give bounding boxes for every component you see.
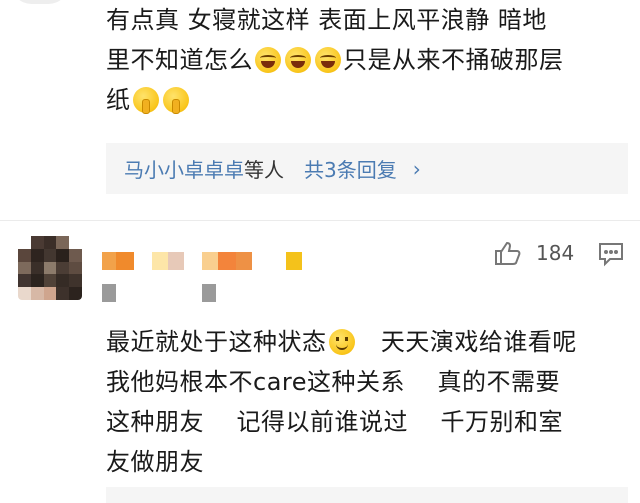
comment-line: 里不知道怎么 只是从来不捅破那层	[106, 40, 630, 80]
comment-line: 这种朋友 记得以前谁说过 千万别和室	[106, 408, 564, 436]
shush-emoji-icon	[132, 87, 159, 114]
comment-text-segment: 最近就处于这种状态	[106, 328, 327, 356]
avatar[interactable]	[18, 236, 82, 300]
comment-line: 纸	[106, 80, 630, 120]
comment-line: 友做朋友	[106, 448, 204, 476]
comment-text-segment: 只是从来不捅破那层	[343, 46, 564, 74]
laugh-cry-emoji-icon	[255, 47, 281, 73]
divider	[0, 220, 640, 221]
shush-emoji-icon	[162, 87, 189, 114]
smile-emoji-icon	[328, 329, 355, 355]
reply-users-link[interactable]: 马小小卓卓卓	[124, 154, 244, 183]
reply-users-suffix: 等人	[244, 158, 284, 182]
like-count: 184	[536, 241, 575, 265]
comment-line: 有点真 女寝就这样 表面上风平浪静 暗地	[106, 6, 547, 34]
comment-bubble-icon[interactable]	[598, 241, 624, 267]
comment-line: 我他妈根本不care这种关系 真的不需要	[106, 368, 561, 396]
reply-count[interactable]: 共3条回复	[304, 154, 397, 183]
thumbs-up-icon	[495, 241, 521, 265]
comment-text-segment: 纸	[106, 86, 131, 114]
laugh-cry-emoji-icon	[315, 47, 341, 73]
comment-line: 最近就处于这种状态 天天演戏给谁看呢	[106, 322, 630, 362]
view-replies-button[interactable]: 马小小卓卓卓 等人 共3条回复 ›	[106, 143, 628, 194]
replies-preview-box[interactable]	[106, 487, 628, 503]
comment-text-segment: 里不知道怎么	[106, 46, 253, 74]
chevron-right-icon: ›	[412, 156, 421, 181]
laugh-cry-emoji-icon	[285, 47, 311, 73]
comment-body: 最近就处于这种状态 天天演戏给谁看呢 我他妈根本不care这种关系 真的不需要 …	[106, 322, 630, 482]
comment-body: 有点真 女寝就这样 表面上风平浪静 暗地 里不知道怎么 只是从来不捅破那层 纸	[106, 0, 630, 120]
comment-text-segment: 天天演戏给谁看呢	[380, 328, 577, 356]
previous-avatar	[10, 0, 70, 4]
like-button[interactable]: 184	[494, 240, 574, 266]
